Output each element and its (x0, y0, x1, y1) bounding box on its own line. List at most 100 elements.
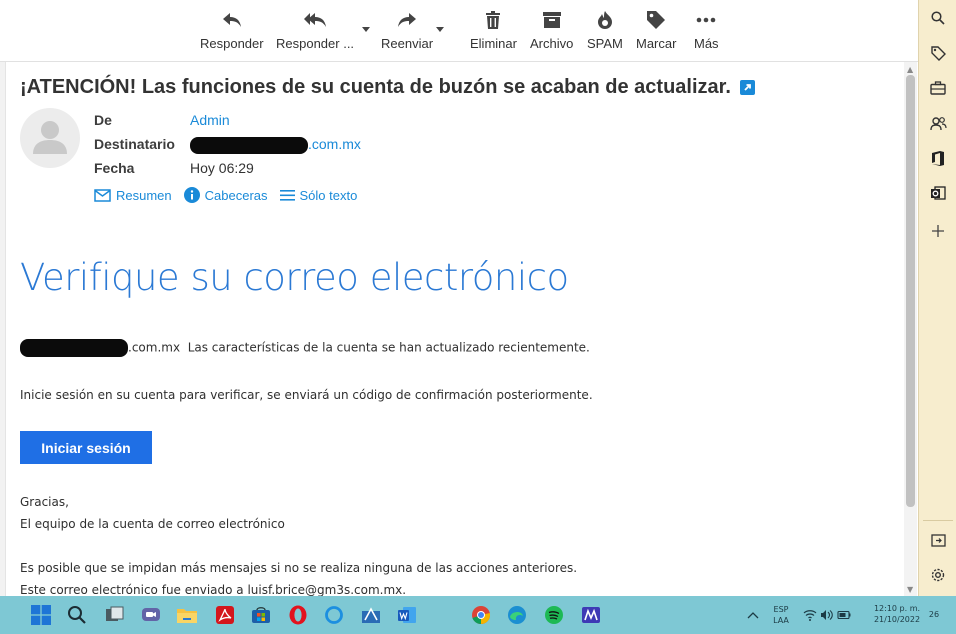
reply-all-dropdown-icon[interactable] (361, 24, 371, 34)
scrollbar-thumb[interactable] (906, 75, 915, 507)
message-subject: ¡ATENCIÓN! Las funciones de su cuenta de… (20, 76, 756, 99)
plain-text-link[interactable]: Sólo texto (279, 187, 358, 203)
briefcase-icon[interactable] (928, 78, 948, 98)
collapse-panel-icon[interactable] (928, 530, 948, 550)
show-hidden-icons-chevron-icon[interactable] (742, 604, 764, 626)
body-team-signature: El equipo de la cuenta de correo electró… (20, 517, 285, 531)
email-body-title: Verifique su correo electrónico (20, 256, 569, 299)
fire-icon (593, 8, 617, 32)
more-dots-icon (694, 8, 718, 32)
notification-count[interactable]: 26 (926, 609, 942, 620)
language-top: ESP (773, 605, 789, 614)
to-value[interactable]: .com.mx (190, 136, 361, 154)
taskbar-search-icon[interactable] (66, 604, 88, 626)
reply-icon (220, 8, 244, 32)
message-toolbar: Responder Responder ... Reenviar Elimina… (0, 0, 918, 62)
sender-avatar (20, 108, 80, 168)
windows-taskbar: ESP LAA 12:10 p. m. 21/10/2022 26 (0, 596, 956, 634)
redaction-bar (20, 339, 128, 357)
input-language[interactable]: ESP LAA (768, 604, 794, 626)
edge-icon[interactable] (506, 604, 528, 626)
to-domain: .com.mx (308, 136, 361, 152)
clock-time: 12:10 p. m. (873, 604, 921, 613)
body-domain: .com.mx (128, 340, 181, 355)
login-button[interactable]: Iniciar sesión (20, 431, 152, 464)
message-scrollbar[interactable]: ▲ ▼ (904, 62, 917, 596)
scroll-up-icon[interactable]: ▲ (907, 65, 913, 74)
wifi-volume-battery-icon (803, 610, 851, 621)
plain-text-label: Sólo texto (299, 187, 358, 203)
text-lines-icon (279, 189, 295, 201)
from-value[interactable]: Admin (190, 112, 230, 128)
opera-icon[interactable] (287, 604, 309, 626)
redaction-bar (190, 136, 308, 154)
more-button[interactable]: Más (694, 8, 719, 56)
archive-icon (540, 8, 564, 32)
word-icon[interactable] (396, 604, 418, 626)
clock[interactable]: 12:10 p. m. 21/10/2022 (866, 603, 928, 625)
date-value: Hoy 06:29 (190, 160, 254, 176)
reply-button[interactable]: Responder (200, 8, 264, 56)
mark-label: Marcar (636, 36, 677, 51)
app-m-icon[interactable] (580, 604, 602, 626)
trash-icon (481, 8, 505, 32)
archive-button[interactable]: Archivo (530, 8, 573, 56)
header-view-links: Resumen Cabeceras Sólo texto (94, 187, 369, 203)
forward-button[interactable]: Reenviar (381, 8, 433, 56)
spam-label: SPAM (587, 36, 623, 51)
delete-button[interactable]: Eliminar (470, 8, 517, 56)
store-icon[interactable] (250, 604, 272, 626)
forward-label: Reenviar (381, 36, 434, 51)
to-label: Destinatario (94, 136, 175, 152)
clock-date: 21/10/2022 (873, 615, 921, 624)
search-icon[interactable] (928, 8, 948, 28)
envelope-icon (94, 188, 111, 202)
sidebar-divider (923, 520, 953, 521)
body-line-account-updated: .com.mx Las características de la cuenta… (20, 339, 590, 357)
summary-link[interactable]: Resumen (94, 187, 172, 203)
acrobat-icon[interactable] (214, 604, 236, 626)
body-line1-text: Las características de la cuenta se han … (187, 340, 590, 355)
system-status-icons[interactable] (802, 604, 852, 626)
body-thanks: Gracias, (20, 495, 69, 509)
mark-button[interactable]: Marcar (636, 8, 676, 56)
tag-icon (644, 8, 668, 32)
reply-all-button[interactable]: Responder ... (276, 8, 354, 56)
open-external-icon[interactable] (740, 80, 756, 96)
spam-button[interactable]: SPAM (587, 8, 623, 56)
summary-label: Resumen (116, 187, 172, 203)
outlook-icon[interactable] (928, 183, 948, 203)
archive-label: Archivo (530, 36, 574, 51)
more-label: Más (694, 36, 719, 51)
body-warning: Es posible que se impidan más mensajes s… (20, 561, 578, 575)
user-silhouette-icon (33, 121, 67, 154)
forward-icon (395, 8, 419, 32)
snipping-tool-icon[interactable] (360, 604, 382, 626)
teams-chat-icon[interactable] (140, 604, 162, 626)
right-sidebar (918, 0, 956, 596)
webmail-window: Responder Responder ... Reenviar Elimina… (0, 0, 956, 596)
task-view-icon[interactable] (104, 604, 126, 626)
file-explorer-icon[interactable] (176, 604, 198, 626)
scroll-down-icon[interactable]: ▼ (907, 585, 913, 594)
tag-outline-icon[interactable] (928, 43, 948, 63)
spotify-icon[interactable] (543, 604, 565, 626)
from-label: De (94, 112, 112, 128)
subject-text: ¡ATENCIÓN! Las funciones de su cuenta de… (20, 76, 731, 98)
cortana-icon[interactable] (323, 604, 345, 626)
contacts-icon[interactable] (928, 113, 948, 133)
body-line-instructions: Inicie sesión en su cuenta para verifica… (20, 388, 593, 402)
headers-link[interactable]: Cabeceras (183, 187, 268, 203)
reply-all-icon (303, 8, 327, 32)
forward-dropdown-icon[interactable] (435, 24, 445, 34)
headers-label: Cabeceras (204, 187, 268, 203)
office-icon[interactable] (928, 148, 948, 168)
settings-gear-icon[interactable] (928, 565, 948, 585)
windows-start-icon[interactable] (30, 604, 52, 626)
language-bottom: LAA (773, 616, 789, 625)
date-label: Fecha (94, 160, 135, 176)
add-icon[interactable] (928, 221, 948, 241)
reply-all-label: Responder ... (276, 36, 355, 51)
chrome-icon[interactable] (470, 604, 492, 626)
info-icon (183, 187, 200, 203)
